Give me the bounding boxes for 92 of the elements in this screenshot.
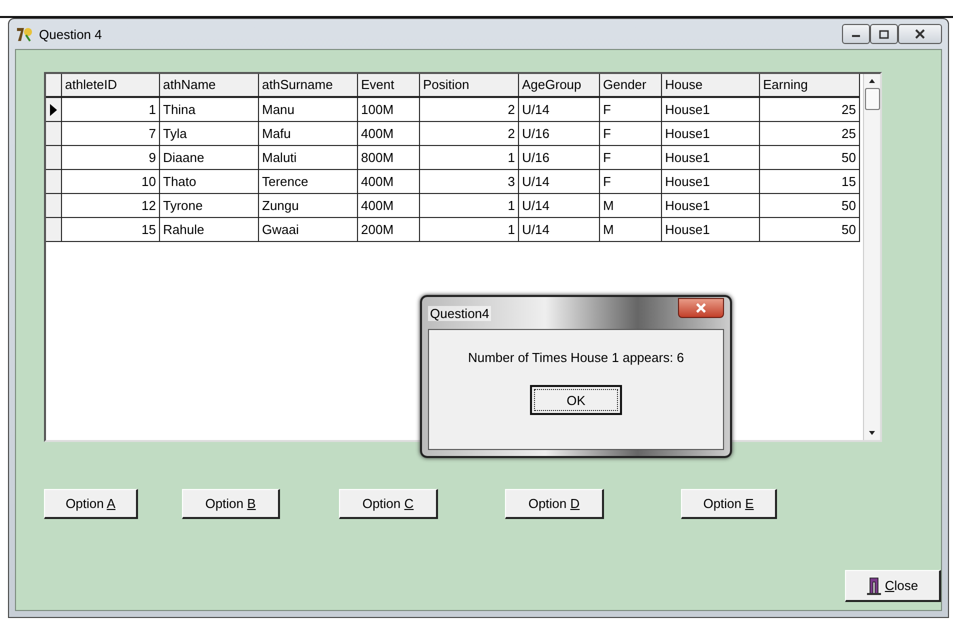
table-cell: 800M (358, 146, 420, 170)
table-cell: 50 (760, 218, 860, 242)
table-cell: 1 (420, 194, 519, 218)
table-cell: Tyla (160, 122, 259, 146)
table-cell: M (600, 218, 662, 242)
table-cell: 2 (420, 122, 519, 146)
table-cell: 25 (760, 98, 860, 122)
option-button[interactable]: Option C (339, 489, 438, 519)
close-form-button[interactable]: Close (845, 570, 941, 602)
table-cell: Rahule (160, 218, 259, 242)
row-indicator[interactable] (46, 146, 62, 170)
table-cell: 50 (760, 194, 860, 218)
table-cell: Gwaai (259, 218, 358, 242)
row-indicator[interactable] (46, 122, 62, 146)
option-button[interactable]: Option D (505, 489, 604, 519)
maximize-icon (879, 30, 889, 38)
table-cell: 1 (62, 98, 160, 122)
table-cell: 15 (62, 218, 160, 242)
table-cell: 9 (62, 146, 160, 170)
table-cell: 3 (420, 170, 519, 194)
table-cell: 100M (358, 98, 420, 122)
column-header[interactable]: House (662, 74, 760, 98)
table-cell: House1 (662, 146, 760, 170)
column-header[interactable]: Gender (600, 74, 662, 98)
ok-button[interactable]: OK (530, 385, 622, 415)
column-header[interactable]: athName (160, 74, 259, 98)
current-row-icon (50, 104, 57, 116)
maximize-button[interactable] (870, 24, 898, 44)
table-cell: 1 (420, 146, 519, 170)
column-header[interactable]: Position (420, 74, 519, 98)
column-header[interactable]: athleteID (62, 74, 160, 98)
table-cell: U/14 (519, 194, 600, 218)
table-cell: Manu (259, 98, 358, 122)
table-cell: 200M (358, 218, 420, 242)
table-cell: U/14 (519, 218, 600, 242)
table-cell: U/14 (519, 98, 600, 122)
table-cell: F (600, 146, 662, 170)
column-header[interactable]: athSurname (259, 74, 358, 98)
table-cell: Thato (160, 170, 259, 194)
dialog-title: Question4 (428, 306, 492, 320)
table-cell: F (600, 170, 662, 194)
table-cell: House1 (662, 122, 760, 146)
table-cell: F (600, 122, 662, 146)
table-cell: House1 (662, 170, 760, 194)
table-cell: 400M (358, 122, 420, 146)
table-cell: 12 (62, 194, 160, 218)
table-cell: 50 (760, 146, 860, 170)
table-cell: 400M (358, 170, 420, 194)
row-indicator[interactable] (46, 218, 62, 242)
row-indicator[interactable] (46, 98, 62, 122)
column-header[interactable]: Earning (760, 74, 860, 98)
app-icon (15, 25, 33, 43)
table-cell: 15 (760, 170, 860, 194)
table-cell: M (600, 194, 662, 218)
table-cell: U/16 (519, 122, 600, 146)
scrollbar[interactable] (863, 74, 880, 440)
option-button[interactable]: Option E (681, 489, 777, 519)
option-button[interactable]: Option A (44, 489, 138, 519)
scroll-thumb[interactable] (864, 88, 880, 110)
table-cell: House1 (662, 194, 760, 218)
table-cell: 7 (62, 122, 160, 146)
table-cell: Diaane (160, 146, 259, 170)
table-cell: Tyrone (160, 194, 259, 218)
table-cell: 1 (420, 218, 519, 242)
dialog-message: Number of Times House 1 appears: 6 (468, 350, 684, 365)
table-cell: 10 (62, 170, 160, 194)
row-indicator[interactable] (46, 194, 62, 218)
window-title: Question 4 (39, 26, 103, 42)
option-button[interactable]: Option B (182, 489, 280, 519)
dialog-close-button[interactable] (678, 298, 724, 318)
grid-corner (46, 74, 62, 98)
table-cell: House1 (662, 218, 760, 242)
table-cell: 400M (358, 194, 420, 218)
table-cell: Thina (160, 98, 259, 122)
table-cell: Zungu (259, 194, 358, 218)
table-cell: House1 (662, 98, 760, 122)
table-cell: 25 (760, 122, 860, 146)
close-icon (914, 29, 926, 39)
table-cell: F (600, 98, 662, 122)
column-header[interactable]: AgeGroup (519, 74, 600, 98)
table-cell: U/16 (519, 146, 600, 170)
table-cell: 2 (420, 98, 519, 122)
row-indicator[interactable] (46, 170, 62, 194)
table-cell: Terence (259, 170, 358, 194)
minimize-button[interactable] (842, 24, 870, 44)
table-cell: Mafu (259, 122, 358, 146)
table-cell: Maluti (259, 146, 358, 170)
close-button[interactable] (898, 24, 942, 44)
column-header[interactable]: Event (358, 74, 420, 98)
close-icon (695, 303, 707, 313)
door-icon (866, 576, 881, 594)
table-cell: U/14 (519, 170, 600, 194)
